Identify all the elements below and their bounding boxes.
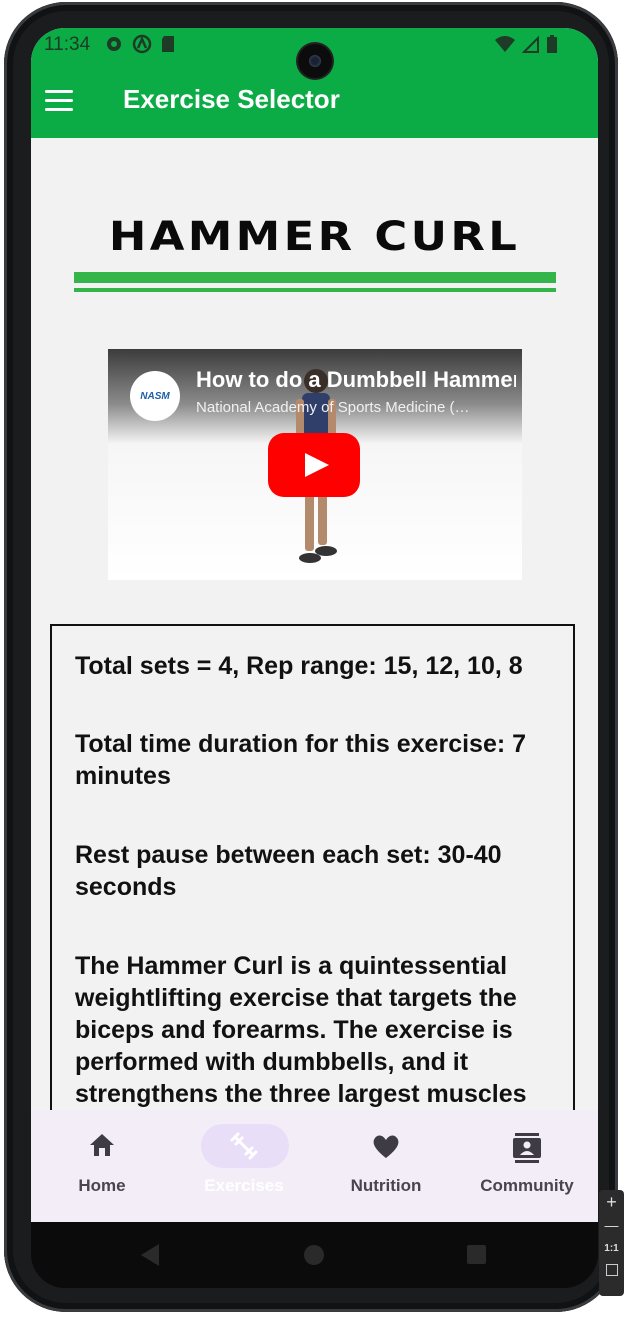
back-icon[interactable] (141, 1244, 159, 1266)
wifi-icon (495, 36, 515, 52)
bottom-navigation: Home Exercises Nutrition Community (31, 1110, 598, 1222)
emulator-toolbar: + — 1:1 (599, 1190, 624, 1296)
home-icon (90, 1134, 114, 1156)
video-title[interactable]: How to do a Dumbbell Hammer Curl (196, 367, 516, 393)
dumbbell-icon (230, 1132, 258, 1160)
gear-icon (107, 37, 121, 51)
zoom-reset-label[interactable]: 1:1 (599, 1243, 624, 1254)
status-icons-left (104, 34, 176, 54)
system-navigation-bar (31, 1222, 598, 1288)
duration-text: Total time duration for this exercise: 7… (75, 730, 527, 790)
front-camera (298, 44, 332, 78)
nav-home-label: Home (78, 1176, 126, 1195)
rest-text: Rest pause between each set: 30-40 secon… (75, 841, 502, 901)
a-icon (132, 34, 152, 54)
status-icons-right (494, 34, 558, 54)
signal-icon (522, 35, 539, 53)
video-player[interactable]: NASM How to do a Dumbbell Hammer Curl Na… (108, 349, 522, 580)
channel-logo[interactable]: NASM (130, 371, 180, 421)
app-title: Exercise Selector (123, 84, 340, 114)
app-top-bar: 11:34 Exercise Selector (31, 28, 598, 138)
description-text: The Hammer Curl is a quintessential weig… (75, 952, 527, 1108)
play-icon[interactable] (268, 433, 360, 497)
home-circle-icon[interactable] (304, 1245, 324, 1265)
contacts-icon (513, 1133, 541, 1163)
fit-screen-icon[interactable] (605, 1264, 618, 1276)
status-time: 11:34 (44, 34, 91, 55)
sets-text: Total sets = 4, Rep range: 15, 12, 10, 8 (75, 652, 523, 680)
nav-nutrition[interactable]: Nutrition (315, 1110, 457, 1222)
nav-nutrition-label: Nutrition (350, 1176, 422, 1195)
recents-icon[interactable] (467, 1245, 486, 1264)
nav-community[interactable]: Community (456, 1110, 598, 1222)
menu-icon[interactable] (45, 90, 73, 112)
title-underline-thin (74, 288, 556, 292)
heart-icon (373, 1135, 399, 1158)
app-screen: 11:34 Exercise Selector HAMMER CURL NASM… (31, 28, 598, 1222)
zoom-out-icon[interactable]: — (599, 1217, 624, 1233)
nav-exercises[interactable]: Exercises (173, 1110, 315, 1222)
nav-exercises-label: Exercises (204, 1176, 284, 1195)
sd-card-icon (162, 36, 174, 52)
video-channel-name: National Academy of Sports Medicine (… (196, 399, 470, 416)
nav-home[interactable]: Home (31, 1110, 173, 1222)
exercise-title: HAMMER CURL (108, 214, 521, 260)
nav-community-label: Community (480, 1176, 574, 1195)
zoom-in-icon[interactable]: + (599, 1192, 624, 1213)
title-underline-thick (74, 272, 556, 283)
battery-icon (547, 35, 557, 53)
